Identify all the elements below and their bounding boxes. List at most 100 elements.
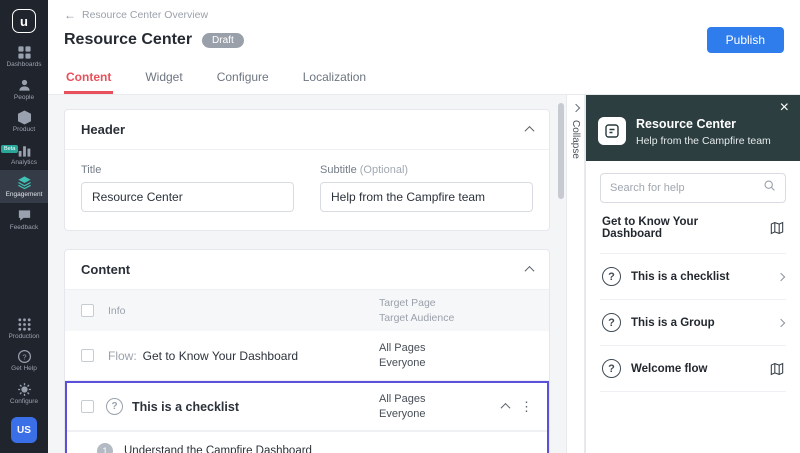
subtitle-field: Subtitle (Optional): [320, 164, 533, 212]
feedback-icon: [17, 208, 32, 223]
collapse-label: Collapse: [570, 120, 581, 159]
preview-item-label: Get to Know Your Dashboard: [602, 216, 699, 240]
target-audience-value: Everyone: [379, 357, 426, 369]
user-avatar[interactable]: US: [11, 417, 37, 443]
subtitle-optional-hint: (Optional): [359, 164, 409, 176]
checklist-item[interactable]: 1 Understand the Campfire Dashboard: [67, 431, 547, 453]
preview-header: × Resource Center Help from the Campfire…: [586, 95, 800, 161]
sidebar-item-label: Engagement: [5, 191, 43, 198]
sidebar-item-get-help[interactable]: ? Get Help: [0, 344, 48, 377]
preview-item-flow[interactable]: Get to Know Your Dashboard: [600, 203, 786, 254]
card-title: Header: [81, 122, 126, 137]
title-row: Resource Center Draft Publish: [64, 27, 784, 53]
preview-item-group[interactable]: ? This is a Group: [600, 300, 786, 346]
engagement-layers-icon: [17, 175, 32, 190]
analytics-icon: [17, 143, 32, 158]
preview-item-welcome-flow[interactable]: ? Welcome flow: [600, 346, 786, 392]
chevron-right-icon: [776, 318, 786, 327]
checklist-item-label: Understand the Campfire Dashboard: [124, 445, 312, 453]
sidebar-item-production[interactable]: Production: [0, 312, 48, 345]
sidebar-item-label: Product: [12, 126, 36, 133]
sidebar-item-label: Configure: [9, 397, 39, 405]
help-icon: ?: [17, 349, 32, 364]
chevron-up-icon[interactable]: [524, 125, 535, 136]
sidebar-item-feedback[interactable]: Feedback: [0, 203, 48, 236]
app-logo[interactable]: u: [12, 9, 36, 33]
selected-checklist-group: ? This is a checklist All Pages Everyone…: [65, 381, 549, 453]
people-icon: [17, 78, 32, 93]
dashboards-icon: [17, 45, 32, 60]
chevron-up-icon[interactable]: [524, 265, 535, 276]
search-input[interactable]: [610, 182, 763, 194]
app-window: u Dashboards People Product Beta Analyti…: [0, 0, 800, 453]
preview-item-label: This is a Group: [631, 316, 715, 329]
body-row: Header Title Subtitle (Optional): [48, 95, 800, 453]
content-row-checklist[interactable]: ? This is a checklist All Pages Everyone…: [67, 383, 547, 431]
row-type-prefix: Flow:: [108, 348, 137, 363]
preview-item-label: This is a checklist: [631, 270, 730, 283]
title-input[interactable]: [81, 182, 294, 212]
app-sidebar: u Dashboards People Product Beta Analyti…: [0, 0, 48, 453]
content-row-flow[interactable]: Flow: Get to Know Your Dashboard All Pag…: [65, 331, 549, 381]
back-arrow-icon[interactable]: ←: [64, 8, 76, 22]
sidebar-item-engagement[interactable]: Engagement: [0, 170, 48, 203]
tab-configure[interactable]: Configure: [215, 62, 271, 94]
column-info: Info: [108, 304, 126, 317]
row-label: Get to Know Your Dashboard: [142, 348, 299, 363]
flow-map-icon: [770, 362, 784, 376]
sidebar-item-label: Feedback: [9, 223, 39, 231]
tab-widget[interactable]: Widget: [143, 62, 184, 94]
publish-button[interactable]: Publish: [706, 27, 784, 53]
step-number-badge: 1: [97, 443, 113, 453]
editor-scroll-area: Header Title Subtitle (Optional): [48, 95, 566, 453]
preview-body: Get to Know Your Dashboard ? This is a c…: [586, 161, 800, 453]
svg-text:?: ?: [22, 352, 26, 361]
close-icon[interactable]: ×: [780, 100, 789, 116]
gear-icon: [17, 382, 32, 397]
target-page-value: All Pages: [379, 393, 426, 405]
breadcrumb: ← Resource Center Overview: [64, 8, 784, 22]
tab-bar: Content Widget Configure Localization: [48, 62, 800, 95]
scrollbar-thumb[interactable]: [558, 103, 564, 199]
kebab-menu-icon[interactable]: ⋮: [520, 400, 533, 413]
sidebar-item-label: Get Help: [11, 365, 37, 372]
target-page-value: All Pages: [379, 342, 426, 354]
sidebar-item-product[interactable]: Product: [0, 105, 48, 138]
content-card: Content Info Target Page Target Audience: [64, 249, 550, 453]
chevron-right-icon: [571, 103, 580, 113]
question-circle-icon: ?: [602, 313, 621, 332]
subtitle-input[interactable]: [320, 182, 533, 212]
row-checkbox[interactable]: [81, 400, 94, 413]
card-title: Content: [81, 262, 131, 277]
preview-subtitle: Help from the Campfire team: [636, 135, 771, 147]
header-card-head[interactable]: Header: [65, 110, 549, 150]
sidebar-item-configure[interactable]: Configure: [0, 377, 48, 410]
content-card-head[interactable]: Content: [65, 250, 549, 290]
column-target-audience: Target Audience: [379, 312, 455, 324]
collapse-panel-toggle[interactable]: Collapse: [566, 95, 585, 453]
question-circle-icon: ?: [106, 398, 123, 415]
resource-center-preview: × Resource Center Help from the Campfire…: [585, 95, 800, 453]
sidebar-item-people[interactable]: People: [0, 73, 48, 106]
sidebar-item-dashboards[interactable]: Dashboards: [0, 40, 48, 73]
status-badge: Draft: [202, 32, 244, 48]
sidebar-item-label: Analytics: [10, 158, 37, 166]
preview-item-checklist[interactable]: ? This is a checklist: [600, 254, 786, 300]
page-header: ← Resource Center Overview Resource Cent…: [48, 0, 800, 53]
select-all-checkbox[interactable]: [81, 304, 94, 317]
sidebar-item-label: Dashboards: [6, 61, 42, 68]
subtitle-field-label: Subtitle: [320, 164, 357, 176]
row-checkbox[interactable]: [81, 349, 94, 362]
sidebar-item-label: Production: [8, 332, 40, 340]
breadcrumb-link[interactable]: Resource Center Overview: [82, 9, 208, 21]
main-column: ← Resource Center Overview Resource Cent…: [48, 0, 800, 453]
tab-content[interactable]: Content: [64, 62, 114, 94]
product-icon: [17, 110, 32, 125]
header-fields: Title Subtitle (Optional): [65, 150, 549, 230]
sidebar-item-analytics[interactable]: Beta Analytics: [0, 138, 48, 171]
help-search[interactable]: [600, 173, 786, 203]
flow-map-icon: [770, 221, 784, 235]
collapse-row-chevron-icon[interactable]: [500, 402, 511, 413]
page-title: Resource Center: [64, 31, 193, 48]
tab-localization[interactable]: Localization: [301, 62, 368, 94]
